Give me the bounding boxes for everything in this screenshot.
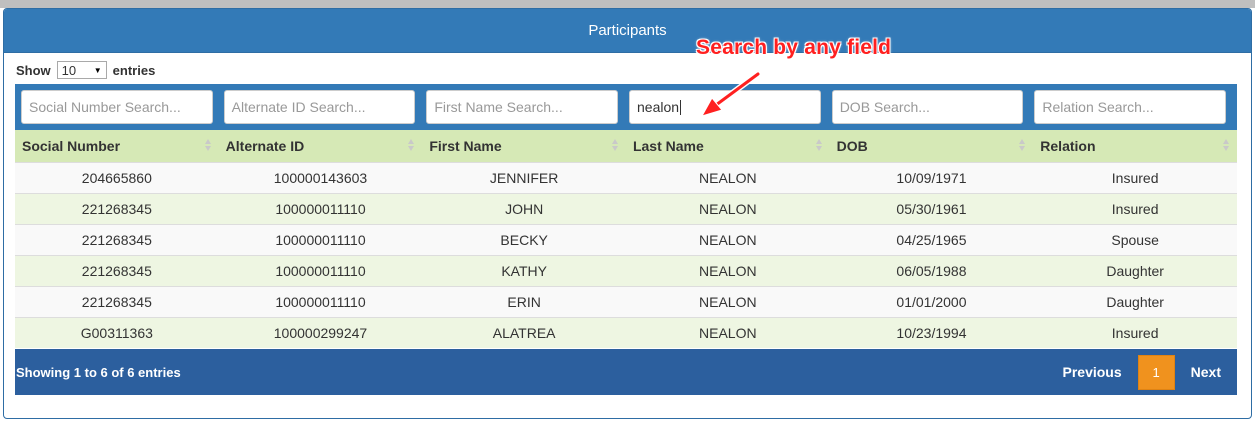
social-number-search-placeholder: Social Number Search... bbox=[29, 99, 181, 115]
entries-label: entries bbox=[112, 62, 156, 78]
cell-first-name: ALATREA bbox=[492, 324, 556, 341]
cell-last-name: NEALON bbox=[699, 200, 757, 217]
cell-alternate-id: 100000011110 bbox=[275, 262, 366, 279]
sort-icon bbox=[1223, 139, 1229, 153]
cell-social-number: 204665860 bbox=[81, 169, 152, 186]
column-header-last-name[interactable]: Last Name bbox=[626, 130, 830, 162]
cell-dob: 05/30/1961 bbox=[896, 200, 967, 217]
first-name-search-input[interactable]: First Name Search... bbox=[426, 90, 619, 124]
pagination: Previous 1 Next bbox=[1047, 349, 1238, 395]
text-cursor bbox=[680, 99, 682, 115]
column-header-alternate-id[interactable]: Alternate ID bbox=[219, 130, 423, 162]
table-row[interactable]: 204665860 100000143603 JENNIFER NEALON 1… bbox=[15, 162, 1237, 193]
cell-relation: Insured bbox=[1111, 324, 1159, 341]
previous-page-button[interactable]: Previous bbox=[1047, 364, 1138, 380]
dob-search-placeholder: DOB Search... bbox=[839, 99, 930, 115]
column-header-label: Last Name bbox=[632, 137, 704, 154]
relation-search-placeholder: Relation Search... bbox=[1042, 99, 1154, 115]
cell-dob: 10/23/1994 bbox=[896, 324, 967, 341]
cell-alternate-id: 100000011110 bbox=[275, 293, 366, 310]
column-header-first-name[interactable]: First Name bbox=[422, 130, 626, 162]
search-annotation-label: Search by any field bbox=[696, 36, 892, 59]
column-header-label: First Name bbox=[429, 137, 502, 154]
cell-social-number: 221268345 bbox=[81, 200, 152, 217]
cell-social-number: 221268345 bbox=[81, 293, 152, 310]
table-row[interactable]: 221268345 100000011110 ERIN NEALON 01/01… bbox=[15, 286, 1237, 317]
cell-alternate-id: 100000011110 bbox=[275, 231, 366, 248]
table-row[interactable]: 221268345 100000011110 KATHY NEALON 06/0… bbox=[15, 255, 1237, 286]
page-1-button[interactable]: 1 bbox=[1137, 354, 1175, 390]
column-filter-bar: Social Number Search... Alternate ID Sea… bbox=[15, 84, 1237, 130]
cell-last-name: NEALON bbox=[699, 169, 757, 186]
table-row[interactable]: 221268345 100000011110 JOHN NEALON 05/30… bbox=[15, 193, 1237, 224]
column-header-label: DOB bbox=[836, 137, 868, 154]
cell-relation: Spouse bbox=[1111, 231, 1159, 248]
first-name-search-placeholder: First Name Search... bbox=[434, 99, 563, 115]
relation-search-input[interactable]: Relation Search... bbox=[1034, 90, 1227, 124]
cell-dob: 06/05/1988 bbox=[896, 262, 967, 279]
cell-last-name: NEALON bbox=[699, 262, 757, 279]
panel-title: Participants bbox=[4, 9, 1251, 53]
cell-last-name: NEALON bbox=[699, 293, 757, 310]
sort-icon bbox=[204, 139, 211, 153]
cell-alternate-id: 100000011110 bbox=[275, 200, 366, 217]
participants-table: Social Number Alternate ID First Name La… bbox=[15, 130, 1237, 348]
cell-dob: 01/01/2000 bbox=[896, 293, 967, 310]
sort-icon bbox=[815, 139, 822, 153]
sort-icon bbox=[1019, 139, 1026, 153]
column-header-dob[interactable]: DOB bbox=[830, 130, 1034, 162]
cell-dob: 10/09/1971 bbox=[896, 169, 967, 186]
cell-alternate-id: 100000143603 bbox=[273, 169, 368, 186]
cell-dob: 04/25/1965 bbox=[896, 231, 967, 248]
entries-per-page-value: 10 bbox=[61, 62, 77, 78]
table-row[interactable]: 221268345 100000011110 BECKY NEALON 04/2… bbox=[15, 224, 1237, 255]
cell-relation: Daughter bbox=[1106, 262, 1164, 279]
social-number-search-input[interactable]: Social Number Search... bbox=[21, 90, 213, 124]
cell-first-name: KATHY bbox=[501, 262, 547, 279]
table-info: Showing 1 to 6 of 6 entries bbox=[16, 364, 181, 380]
sort-icon bbox=[611, 139, 618, 153]
table-header-row: Social Number Alternate ID First Name La… bbox=[15, 130, 1237, 162]
cell-relation: Insured bbox=[1111, 200, 1159, 217]
cell-first-name: BECKY bbox=[500, 231, 548, 248]
entries-per-page-select[interactable]: 10 ▼ bbox=[56, 61, 107, 79]
cell-first-name: JOHN bbox=[505, 200, 544, 217]
table-footer: Showing 1 to 6 of 6 entries Previous 1 N… bbox=[15, 349, 1237, 395]
last-name-search-value: nealon bbox=[637, 99, 680, 115]
alternate-id-search-placeholder: Alternate ID Search... bbox=[231, 99, 366, 115]
chevron-down-icon: ▼ bbox=[93, 65, 102, 75]
alternate-id-search-input[interactable]: Alternate ID Search... bbox=[223, 90, 416, 124]
cell-first-name: ERIN bbox=[507, 293, 541, 310]
dob-search-input[interactable]: DOB Search... bbox=[831, 90, 1024, 124]
cell-relation: Daughter bbox=[1106, 293, 1164, 310]
next-page-button[interactable]: Next bbox=[1175, 364, 1237, 380]
column-header-relation[interactable]: Relation bbox=[1033, 130, 1237, 162]
cell-last-name: NEALON bbox=[699, 324, 757, 341]
cell-social-number: 221268345 bbox=[81, 231, 152, 248]
cell-last-name: NEALON bbox=[699, 231, 757, 248]
cell-social-number: 221268345 bbox=[81, 262, 152, 279]
cell-first-name: JENNIFER bbox=[489, 169, 559, 186]
sort-icon bbox=[408, 139, 415, 153]
column-header-label: Relation bbox=[1040, 137, 1096, 154]
column-header-label: Social Number bbox=[22, 137, 121, 154]
top-strip bbox=[0, 0, 1255, 8]
show-label: Show bbox=[16, 62, 51, 78]
entries-length-control: Show 10 ▼ entries bbox=[16, 60, 155, 80]
column-header-social-number[interactable]: Social Number bbox=[15, 130, 219, 162]
table-row[interactable]: G00311363 100000299247 ALATREA NEALON 10… bbox=[15, 317, 1237, 348]
last-name-search-input[interactable]: nealon bbox=[629, 90, 821, 124]
cell-relation: Insured bbox=[1111, 169, 1159, 186]
cell-social-number: G00311363 bbox=[80, 324, 153, 341]
column-header-label: Alternate ID bbox=[225, 137, 305, 154]
cell-alternate-id: 100000299247 bbox=[273, 324, 368, 341]
